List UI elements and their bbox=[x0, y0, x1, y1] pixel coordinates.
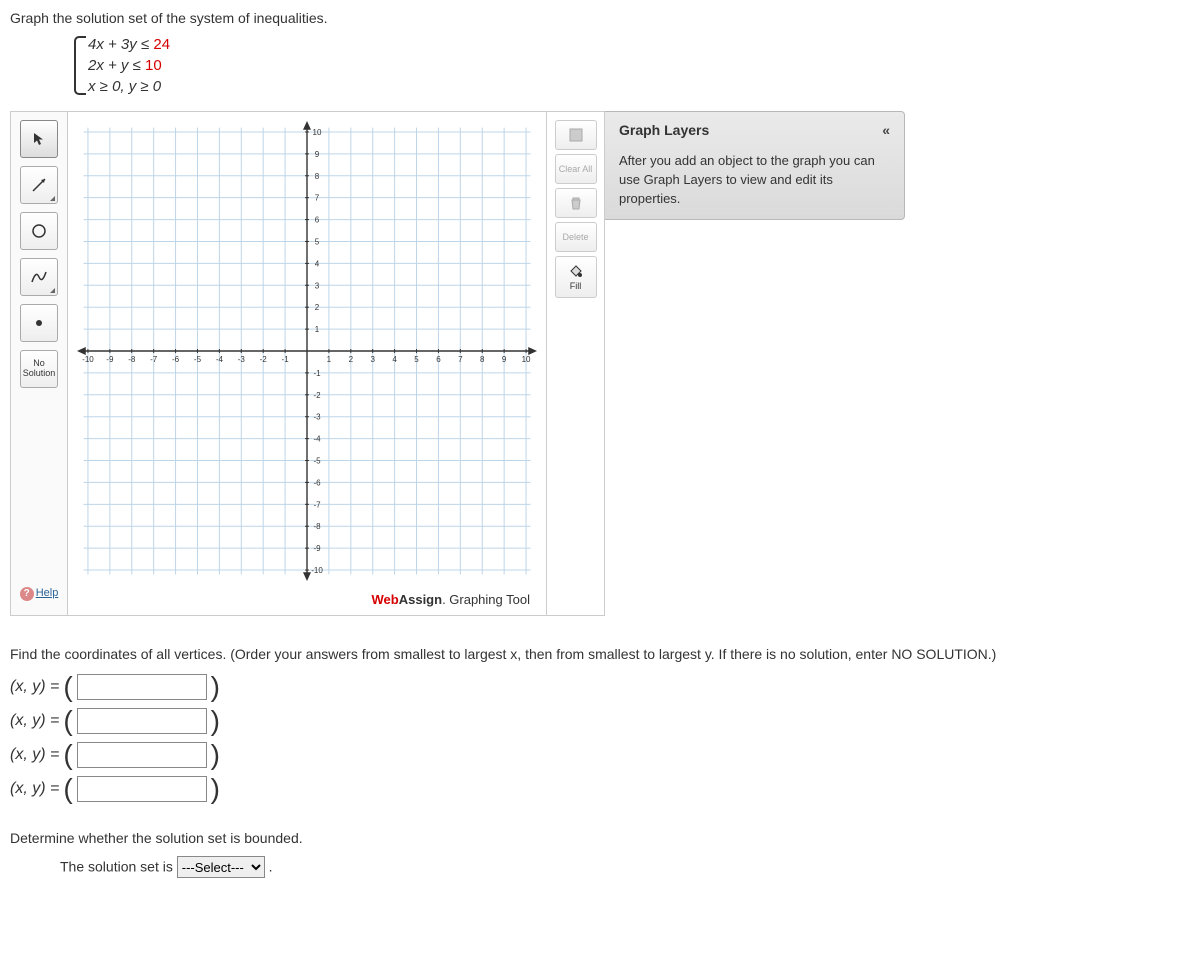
svg-text:1: 1 bbox=[327, 355, 332, 364]
svg-text:-1: -1 bbox=[282, 355, 290, 364]
graph-area[interactable]: -10 -9 -8 -7 -6 -5 -4 -3 -2 -1 1 2 3 4 5 6 7 8 9 10 -10 -9 -8 -… bbox=[68, 111, 547, 616]
svg-text:-6: -6 bbox=[313, 478, 321, 487]
svg-text:-10: -10 bbox=[311, 566, 323, 575]
vertex-row: (x, y) = () bbox=[10, 708, 1190, 734]
vertex-row: (x, y) = () bbox=[10, 674, 1190, 700]
svg-text:10: 10 bbox=[313, 128, 322, 137]
svg-text:-7: -7 bbox=[313, 500, 321, 509]
main-prompt: Graph the solution set of the system of … bbox=[10, 10, 1190, 26]
svg-text:-3: -3 bbox=[313, 413, 321, 422]
open-paren: ( bbox=[63, 744, 72, 766]
clear-all-label: Clear All bbox=[555, 154, 597, 184]
vertex-input[interactable] bbox=[77, 708, 207, 734]
vertex-label: (x, y) = bbox=[10, 746, 59, 764]
open-paren: ( bbox=[63, 710, 72, 732]
vertex-row: (x, y) = () bbox=[10, 742, 1190, 768]
coordinate-grid[interactable]: -10 -9 -8 -7 -6 -5 -4 -3 -2 -1 1 2 3 4 5 6 7 8 9 10 -10 -9 -8 -… bbox=[72, 116, 542, 586]
vertex-label: (x, y) = bbox=[10, 780, 59, 798]
bounded-select[interactable]: ---Select---boundedunbounded bbox=[177, 856, 265, 878]
svg-text:4: 4 bbox=[315, 259, 320, 268]
svg-text:6: 6 bbox=[436, 355, 441, 364]
help-link[interactable]: ?Help bbox=[14, 581, 65, 607]
layers-help-text: After you add an object to the graph you… bbox=[619, 152, 890, 209]
svg-text:2: 2 bbox=[315, 303, 320, 312]
bounded-prefix: The solution set is bbox=[60, 859, 177, 875]
svg-text:1: 1 bbox=[315, 325, 320, 334]
freehand-tool[interactable] bbox=[20, 258, 58, 296]
close-paren: ) bbox=[211, 778, 220, 800]
close-paren: ) bbox=[211, 676, 220, 698]
collapse-icon[interactable]: « bbox=[882, 122, 890, 138]
fill-button[interactable]: Fill bbox=[555, 256, 597, 298]
svg-text:-10: -10 bbox=[82, 355, 94, 364]
svg-text:3: 3 bbox=[370, 355, 375, 364]
svg-text:-9: -9 bbox=[313, 544, 321, 553]
svg-text:8: 8 bbox=[315, 172, 320, 181]
svg-text:-2: -2 bbox=[260, 355, 268, 364]
svg-text:5: 5 bbox=[315, 237, 320, 246]
delete-button[interactable] bbox=[555, 188, 597, 218]
vertex-row: (x, y) = () bbox=[10, 776, 1190, 802]
tool-column: No Solution ?Help bbox=[10, 111, 68, 616]
open-paren: ( bbox=[63, 676, 72, 698]
vertex-input[interactable] bbox=[77, 742, 207, 768]
svg-text:10: 10 bbox=[522, 355, 531, 364]
svg-text:-8: -8 bbox=[313, 522, 321, 531]
svg-text:7: 7 bbox=[458, 355, 463, 364]
svg-text:6: 6 bbox=[315, 216, 320, 225]
circle-tool[interactable] bbox=[20, 212, 58, 250]
svg-text:-5: -5 bbox=[313, 457, 321, 466]
vertex-label: (x, y) = bbox=[10, 678, 59, 696]
graph-widget: No Solution ?Help -10 -9 -8 -7 -6 -5 -4 -3 -2 -1 1… bbox=[10, 111, 1190, 616]
inequality-system: 4x + 3y ≤ 24 2x + y ≤ 10 x ≥ 0, y ≥ 0 bbox=[70, 34, 1190, 97]
bounded-prompt: Determine whether the solution set is bo… bbox=[10, 830, 1190, 846]
svg-text:-8: -8 bbox=[128, 355, 136, 364]
bounded-suffix: . bbox=[269, 859, 273, 875]
svg-text:-2: -2 bbox=[313, 391, 321, 400]
vertex-input[interactable] bbox=[77, 776, 207, 802]
layers-title: Graph Layers bbox=[619, 122, 709, 138]
close-paren: ) bbox=[211, 710, 220, 732]
vertices-prompt: Find the coordinates of all vertices. (O… bbox=[10, 646, 1190, 662]
svg-text:7: 7 bbox=[315, 194, 320, 203]
action-column: Clear All Delete Fill bbox=[547, 111, 605, 616]
svg-text:-9: -9 bbox=[106, 355, 114, 364]
clear-all-button[interactable] bbox=[555, 120, 597, 150]
svg-text:-5: -5 bbox=[194, 355, 202, 364]
branding: WebAssign. Graphing Tool bbox=[72, 586, 542, 611]
svg-text:-1: -1 bbox=[313, 369, 321, 378]
vertex-input[interactable] bbox=[77, 674, 207, 700]
open-paren: ( bbox=[63, 778, 72, 800]
svg-text:4: 4 bbox=[392, 355, 397, 364]
svg-text:8: 8 bbox=[480, 355, 485, 364]
graph-layers-panel: Graph Layers « After you add an object t… bbox=[605, 111, 905, 220]
delete-label: Delete bbox=[555, 222, 597, 252]
svg-text:-4: -4 bbox=[216, 355, 224, 364]
no-solution-tool[interactable]: No Solution bbox=[20, 350, 58, 388]
svg-text:-3: -3 bbox=[238, 355, 246, 364]
vertex-label: (x, y) = bbox=[10, 712, 59, 730]
svg-text:5: 5 bbox=[414, 355, 419, 364]
svg-text:-7: -7 bbox=[150, 355, 158, 364]
close-paren: ) bbox=[211, 744, 220, 766]
svg-text:9: 9 bbox=[315, 150, 320, 159]
svg-text:3: 3 bbox=[315, 281, 320, 290]
point-tool[interactable] bbox=[20, 304, 58, 342]
svg-text:-6: -6 bbox=[172, 355, 180, 364]
svg-text:-4: -4 bbox=[313, 435, 321, 444]
line-tool[interactable] bbox=[20, 166, 58, 204]
pointer-tool[interactable] bbox=[20, 120, 58, 158]
svg-text:2: 2 bbox=[349, 355, 354, 364]
svg-text:9: 9 bbox=[502, 355, 507, 364]
